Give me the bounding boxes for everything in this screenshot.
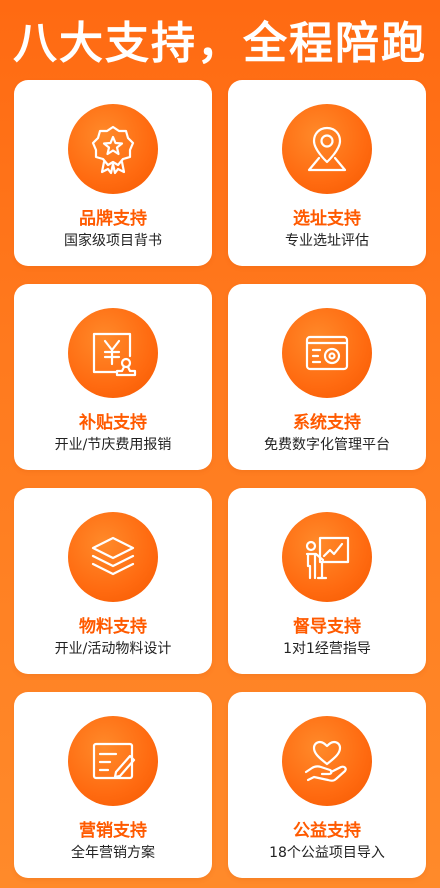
card-title: 系统支持 (293, 413, 361, 433)
card-subtitle: 免费数字化管理平台 (264, 437, 390, 453)
location-pin-icon (282, 104, 372, 194)
card-subtitle: 全年营销方案 (71, 845, 155, 861)
card-brand-support[interactable]: 品牌支持 国家级项目背书 (14, 80, 212, 266)
card-title: 物料支持 (79, 617, 147, 637)
card-title: 补贴支持 (79, 413, 147, 433)
card-system-support[interactable]: 系统支持 免费数字化管理平台 (228, 284, 426, 470)
layers-icon (68, 512, 158, 602)
card-subsidy-support[interactable]: 补贴支持 开业/节庆费用报销 (14, 284, 212, 470)
yuan-stamp-icon (68, 308, 158, 398)
card-subtitle: 开业/节庆费用报销 (54, 437, 172, 453)
card-title: 品牌支持 (79, 209, 147, 229)
card-subtitle: 开业/活动物料设计 (54, 641, 172, 657)
award-badge-icon (68, 104, 158, 194)
heart-hand-icon (282, 716, 372, 806)
card-charity-support[interactable]: 公益支持 18个公益项目导入 (228, 692, 426, 878)
card-subtitle: 专业选址评估 (285, 233, 369, 249)
page-title: 八大支持，全程陪跑 (13, 18, 427, 69)
support-grid: 品牌支持 国家级项目背书 选址支持 专业选址评估 补贴支持 开业/节庆费用报销 … (14, 80, 426, 878)
card-title: 选址支持 (293, 209, 361, 229)
presentation-icon (282, 512, 372, 602)
card-supervision-support[interactable]: 督导支持 1对1经营指导 (228, 488, 426, 674)
edit-document-icon (68, 716, 158, 806)
card-location-support[interactable]: 选址支持 专业选址评估 (228, 80, 426, 266)
camera-system-icon (282, 308, 372, 398)
card-title: 公益支持 (293, 821, 361, 841)
card-marketing-support[interactable]: 营销支持 全年营销方案 (14, 692, 212, 878)
card-subtitle: 18个公益项目导入 (269, 845, 385, 861)
card-materials-support[interactable]: 物料支持 开业/活动物料设计 (14, 488, 212, 674)
card-subtitle: 国家级项目背书 (64, 233, 162, 249)
card-title: 营销支持 (79, 821, 147, 841)
card-title: 督导支持 (293, 617, 361, 637)
card-subtitle: 1对1经营指导 (283, 641, 371, 657)
